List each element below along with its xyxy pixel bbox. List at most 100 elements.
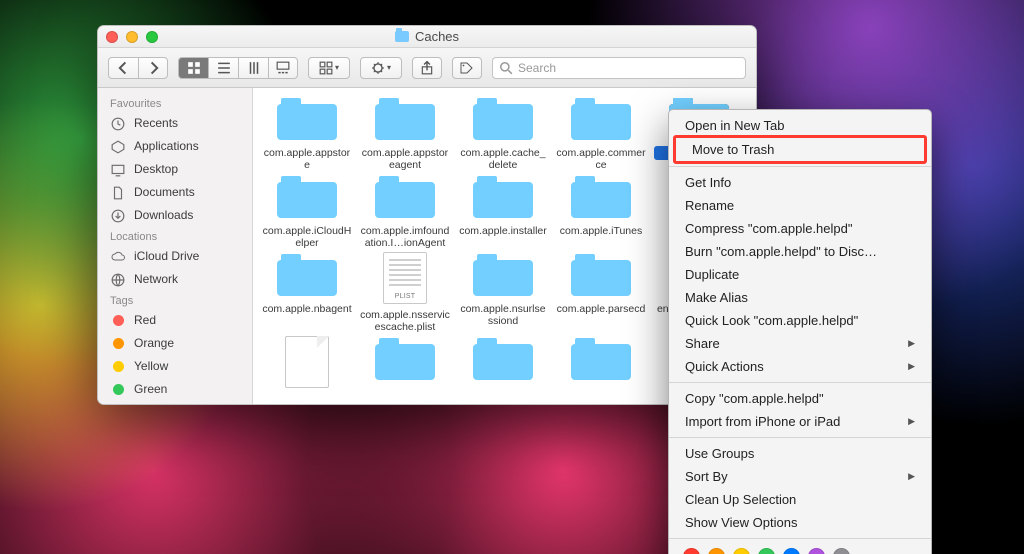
context-item[interactable]: Get Info <box>669 171 931 194</box>
context-item[interactable]: Open in New Tab <box>669 114 931 137</box>
folder-icon <box>473 96 533 140</box>
column-view-button[interactable] <box>238 57 268 79</box>
context-item[interactable]: Burn "com.apple.helpd" to Disc… <box>669 240 931 263</box>
titlebar: Caches <box>98 26 756 48</box>
tags-button[interactable] <box>452 57 482 79</box>
sidebar-item[interactable]: Documents <box>98 181 252 204</box>
item-label: com.apple.appstoreagent <box>358 146 452 172</box>
folder-item[interactable]: com.apple.parsecd <box>553 252 649 334</box>
context-item[interactable]: Make Alias <box>669 286 931 309</box>
minimize-icon[interactable] <box>126 31 138 43</box>
sidebar-item[interactable]: Green <box>98 378 252 401</box>
folder-item[interactable] <box>357 336 453 396</box>
sidebar-item[interactable]: Desktop <box>98 158 252 181</box>
gallery-view-button[interactable] <box>268 57 298 79</box>
context-menu[interactable]: Open in New TabMove to Trash Get InfoRena… <box>668 109 932 554</box>
context-item-move-to-trash[interactable]: Move to Trash <box>676 138 924 161</box>
folder-item[interactable] <box>455 336 551 396</box>
context-item-label: Use Groups <box>685 445 754 462</box>
context-item[interactable]: Show View Options <box>669 511 931 534</box>
forward-button[interactable] <box>138 57 168 79</box>
window-title: Caches <box>415 29 459 44</box>
tag-color-icon[interactable] <box>708 548 725 554</box>
tag-color-icon[interactable] <box>733 548 750 554</box>
sidebar-item[interactable]: Network <box>98 268 252 291</box>
sidebar-item[interactable]: Blue <box>98 401 252 404</box>
sidebar-item[interactable]: Applications <box>98 135 252 158</box>
context-tags-row <box>669 543 931 554</box>
sidebar-item[interactable]: Recents <box>98 112 252 135</box>
item-label: com.apple.iCloudHelper <box>260 224 354 250</box>
tag-color-icon[interactable] <box>683 548 700 554</box>
context-item-label: Import from iPhone or iPad <box>685 413 840 430</box>
folder-item[interactable]: com.apple.nsurlsessiond <box>455 252 551 334</box>
search-icon <box>499 61 513 75</box>
sidebar-item[interactable]: Red <box>98 309 252 332</box>
sidebar-item[interactable]: iCloud Drive <box>98 245 252 268</box>
action-button[interactable]: ▾ <box>360 57 402 79</box>
folder-icon <box>571 336 631 380</box>
apps-icon <box>110 139 126 155</box>
folder-item[interactable]: com.apple.appstore <box>259 96 355 172</box>
tag-color-icon[interactable] <box>783 548 800 554</box>
folder-item[interactable]: com.apple.cache_delete <box>455 96 551 172</box>
tag-color-icon[interactable] <box>833 548 850 554</box>
sidebar-section-header: Favourites <box>98 94 252 112</box>
plist-item[interactable]: com.apple.nsservicescache.plist <box>357 252 453 334</box>
item-label: com.apple.parsecd <box>554 302 648 316</box>
context-item[interactable]: Sort By <box>669 465 931 488</box>
context-separator <box>669 538 931 539</box>
folder-item[interactable]: com.apple.iTunes <box>553 174 649 250</box>
desktop-icon <box>110 162 126 178</box>
share-button[interactable] <box>412 57 442 79</box>
folder-item[interactable]: com.apple.imfoundation.I…ionAgent <box>357 174 453 250</box>
item-label <box>456 386 550 388</box>
context-item[interactable]: Import from iPhone or iPad <box>669 410 931 433</box>
context-item-label: Burn "com.apple.helpd" to Disc… <box>685 243 877 260</box>
sidebar-item[interactable]: Orange <box>98 332 252 355</box>
folder-icon <box>571 252 631 296</box>
folder-item[interactable]: com.apple.installer <box>455 174 551 250</box>
group-button[interactable]: ▾ <box>308 57 350 79</box>
context-item[interactable]: Compress "com.apple.helpd" <box>669 217 931 240</box>
sidebar-section-header: Locations <box>98 227 252 245</box>
back-button[interactable] <box>108 57 138 79</box>
icon-view-button[interactable] <box>178 57 208 79</box>
context-item-label: Show View Options <box>685 514 798 531</box>
folder-item[interactable] <box>553 336 649 396</box>
folder-item[interactable]: com.apple.appstoreagent <box>357 96 453 172</box>
close-icon[interactable] <box>106 31 118 43</box>
sidebar-item-label: iCloud Drive <box>134 247 199 266</box>
sidebar-item-label: Network <box>134 270 178 289</box>
folder-item[interactable]: com.apple.nbagent <box>259 252 355 334</box>
cloud-icon <box>110 249 126 265</box>
context-item[interactable]: Quick Look "com.apple.helpd" <box>669 309 931 332</box>
sidebar-item[interactable]: Downloads <box>98 204 252 227</box>
search-input[interactable]: Search <box>492 57 746 79</box>
item-label: com.apple.imfoundation.I…ionAgent <box>358 224 452 250</box>
down-icon <box>110 208 126 224</box>
tag-color-icon[interactable] <box>758 548 775 554</box>
sidebar-item[interactable]: Yellow <box>98 355 252 378</box>
sidebar-item-label: Yellow <box>134 357 168 376</box>
context-item[interactable]: Duplicate <box>669 263 931 286</box>
nav-buttons <box>108 57 168 79</box>
folder-icon <box>277 252 337 296</box>
context-item[interactable]: Copy "com.apple.helpd" <box>669 387 931 410</box>
context-item[interactable]: Rename <box>669 194 931 217</box>
file-icon <box>285 336 329 388</box>
context-item[interactable]: Clean Up Selection <box>669 488 931 511</box>
context-item-label: Clean Up Selection <box>685 491 796 508</box>
clock-icon <box>110 116 126 132</box>
item-label: com.apple.iTunes <box>554 224 648 238</box>
zoom-icon[interactable] <box>146 31 158 43</box>
context-item[interactable]: Quick Actions <box>669 355 931 378</box>
context-item[interactable]: Share <box>669 332 931 355</box>
tag-color-icon[interactable] <box>808 548 825 554</box>
tag-dot-icon <box>110 313 126 329</box>
folder-item[interactable]: com.apple.commerce <box>553 96 649 172</box>
list-view-button[interactable] <box>208 57 238 79</box>
context-item[interactable]: Use Groups <box>669 442 931 465</box>
folder-item[interactable]: com.apple.iCloudHelper <box>259 174 355 250</box>
file-item[interactable] <box>259 336 355 396</box>
